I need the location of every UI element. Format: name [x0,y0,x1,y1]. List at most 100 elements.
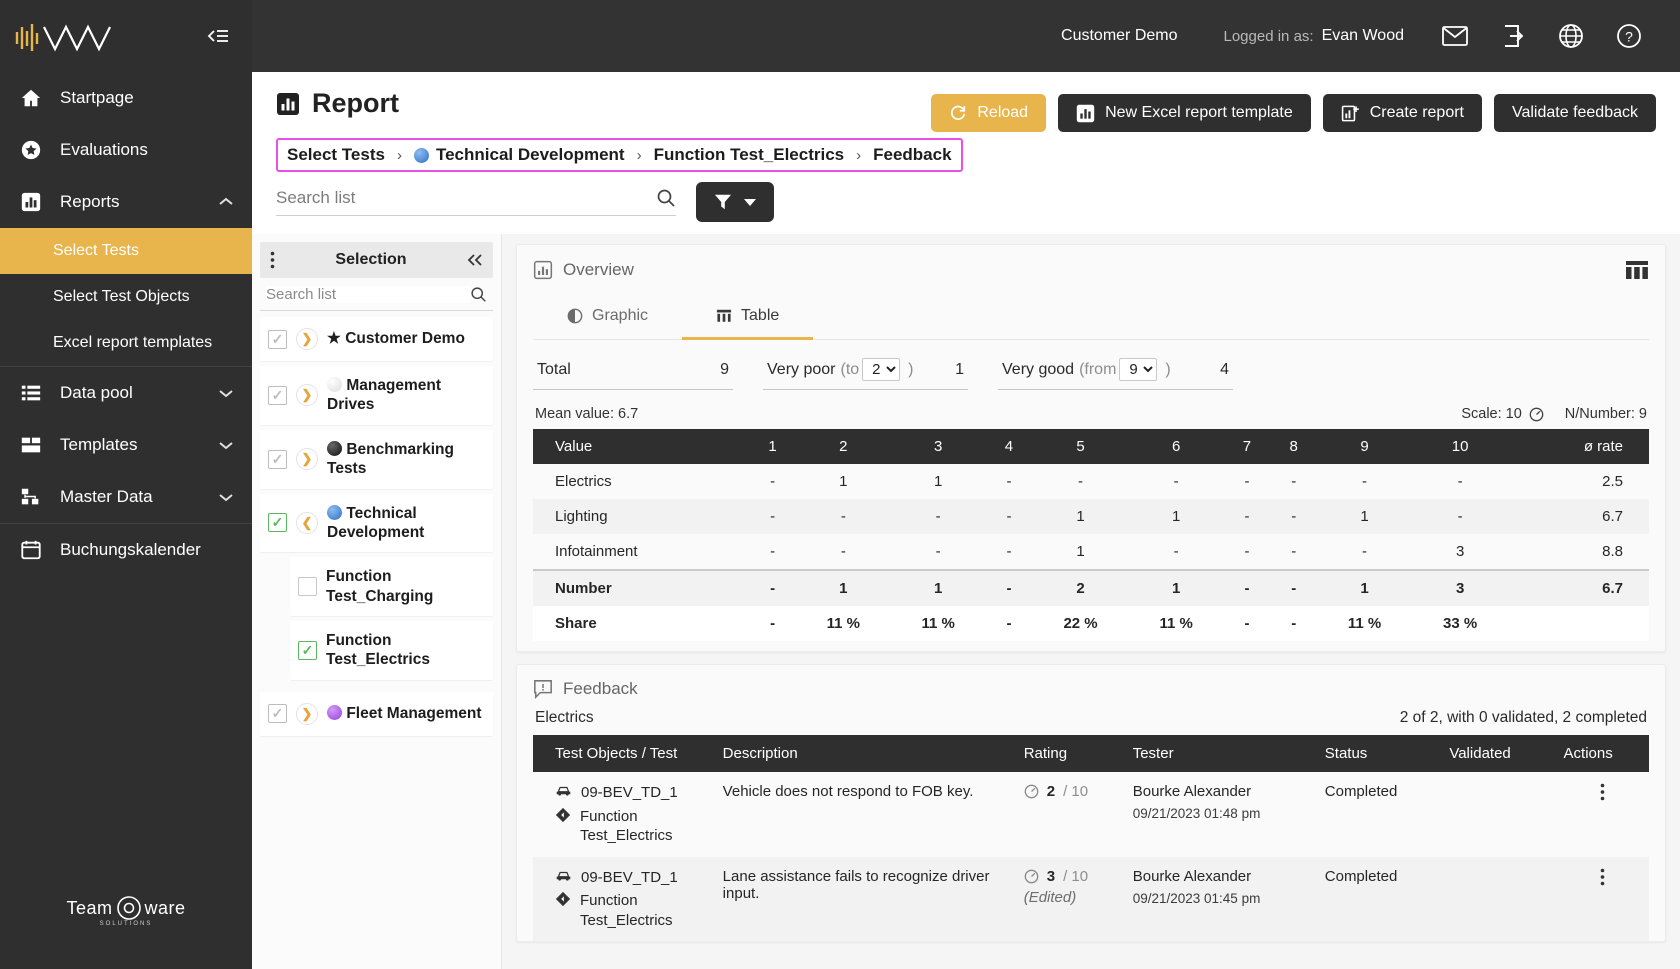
chevron-down-icon[interactable] [218,388,234,398]
stat-very-good-hint-open: (from [1079,360,1117,378]
checkbox-indeterminate[interactable]: ✓ [268,385,287,405]
chevron-right-icon[interactable]: ❯ [296,328,318,350]
search-input[interactable] [276,188,656,208]
stat-very-good-value: 4 [1220,360,1229,378]
chevron-down-icon[interactable] [218,440,234,450]
collapse-sidebar-icon[interactable] [206,27,230,45]
cell: 1 [934,473,943,490]
brand-sub: SOLUTIONS [99,921,153,927]
reload-button[interactable]: Reload [931,94,1047,132]
table-row: Electrics - 1 1 - - - - - - - 2.5 [533,464,1649,499]
sidebar-item-select-tests[interactable]: Select Tests [0,228,252,274]
create-report-button[interactable]: Create report [1322,94,1482,132]
chevron-down-icon[interactable]: ❮ [296,511,318,534]
chevron-right-icon[interactable]: ❯ [296,384,318,407]
col-10: 10 [1411,429,1509,464]
chevron-double-left-icon[interactable] [467,253,483,267]
checkbox-checked[interactable]: ✓ [298,640,317,660]
breadcrumb-item-select-tests[interactable]: Select Tests [287,145,385,165]
tree-node-management-drives[interactable]: ✓ ❯ Management Drives [260,366,493,425]
feedback-table-head: Test Objects / Test Description Rating T… [533,735,1649,772]
tree-node-technical-development[interactable]: ✓ ❮ Technical Development [260,493,493,553]
tree-node-benchmarking-tests[interactable]: ✓ ❯ Benchmarking Tests [260,429,493,489]
sidebar-item-select-test-objects[interactable]: Select Test Objects [0,274,252,320]
comment-alert-icon [533,679,553,699]
stat-very-good: Very good (from 9 ) 4 [998,354,1233,390]
checkbox-indeterminate[interactable]: ✓ [268,704,287,724]
breadcrumb-item-function-test-electrics[interactable]: Function Test_Electrics [654,145,845,165]
sidebar-item-data-pool[interactable]: Data pool [0,367,252,419]
globe-icon[interactable] [1542,16,1600,56]
filter-button[interactable] [696,182,774,222]
page-header: Report Reload New Excel report template … [252,72,1680,132]
test-object: 09-BEV_TD_1 [555,868,707,888]
checkbox-empty[interactable] [298,577,317,597]
validate-feedback-button[interactable]: Validate feedback [1493,94,1656,132]
selection-search-input[interactable] [266,286,470,303]
table-row-number: Number - 1 1 - 2 1 - - 1 3 6.7 [533,569,1649,606]
breadcrumb-label: Select Tests [287,145,385,164]
feedback-table-body: 09-BEV_TD_1 Function Test_Electrics Vehi… [533,772,1649,941]
breadcrumb-item-feedback[interactable]: Feedback [873,145,951,165]
table-columns-icon[interactable] [1625,259,1649,281]
table-row-share: Share - 11 % 11 % - 22 % 11 % - - 11 % 3 [533,606,1649,641]
cell: 1 [1360,508,1369,525]
search-icon[interactable] [656,188,676,208]
very-poor-threshold-select[interactable]: 2 [862,358,901,381]
more-vertical-icon[interactable] [1564,868,1641,886]
breadcrumb: Select Tests › Technical Development › F… [276,138,963,172]
overview-card-header: Overview [533,259,1649,281]
sidebar-item-templates[interactable]: Templates [0,419,252,471]
test-name: Function Test_Electrics [580,892,673,929]
table-row[interactable]: 09-BEV_TD_1 Function Test_Electrics [533,856,1649,941]
chevron-right-icon[interactable]: ❯ [296,702,318,725]
more-vertical-icon[interactable] [270,251,275,269]
sidebar-item-evaluations[interactable]: Evaluations [0,124,252,176]
chevron-up-icon[interactable] [218,197,234,207]
filter-icon [714,193,732,211]
selection-tree: ✓ ❯ ★ Customer Demo ✓ ❯ Management Drive… [260,311,493,741]
selection-search-field[interactable] [260,278,493,311]
very-good-threshold-select[interactable]: 9 [1119,358,1158,381]
cell: - [1362,543,1367,560]
sidebar-item-master-data[interactable]: Master Data [0,471,252,523]
tree-node-customer-demo[interactable]: ✓ ❯ ★ Customer Demo [260,317,493,361]
checkbox-indeterminate[interactable]: ✓ [268,449,287,469]
help-icon[interactable]: ? [1600,16,1658,56]
search-icon[interactable] [470,286,487,303]
sidebar-item-reports[interactable]: Reports [0,176,252,228]
new-excel-report-template-button[interactable]: New Excel report template [1058,94,1311,132]
overview-table-body: Electrics - 1 1 - - - - - - - 2.5 Lighti… [533,464,1649,641]
tree-node-function-test-electrics[interactable]: ✓ Function Test_Electrics [290,621,493,680]
sidebar-footer-logo: Team ware SOLUTIONS [0,895,252,927]
test-name-wrap: Function Test_Electrics [555,807,707,846]
stat-very-poor-hint-open: (to [840,360,860,378]
chevron-right-icon[interactable]: ❯ [296,448,318,471]
tree-node-function-test-charging[interactable]: Function Test_Charging [290,557,493,616]
sidebar-item-buchungskalender[interactable]: Buchungskalender [0,524,252,576]
cell-status: Completed [1324,867,1398,885]
more-vertical-icon[interactable] [1564,783,1641,801]
cell: - [1006,473,1012,490]
checkbox-indeterminate[interactable]: ✓ [268,329,287,349]
checkbox-checked[interactable]: ✓ [268,513,287,533]
app-logo[interactable] [14,19,114,53]
tree-label-text: Technical Development [327,504,425,541]
tab-table[interactable]: Table [682,297,814,340]
sidebar-item-startpage[interactable]: Startpage [0,72,252,124]
col-3: 3 [890,429,986,464]
search-field[interactable] [276,188,676,216]
tab-graphic[interactable]: Graphic [533,297,682,340]
sidebar-item-excel-report-templates[interactable]: Excel report templates [0,320,252,366]
logout-icon[interactable] [1484,16,1542,56]
caret-down-icon [744,198,756,206]
chevron-down-icon[interactable] [218,492,234,502]
cell: 3 [1455,543,1465,560]
user-name[interactable]: Evan Wood [1322,27,1404,45]
breadcrumb-item-technical-development[interactable]: Technical Development [413,145,625,165]
table-row[interactable]: 09-BEV_TD_1 Function Test_Electrics [533,772,1649,857]
table-header-row: Test Objects / Test Description Rating T… [533,735,1649,772]
mail-icon[interactable] [1426,16,1484,56]
col-7: 7 [1223,429,1271,464]
tree-node-fleet-management[interactable]: ✓ ❯ Fleet Management [260,691,493,736]
